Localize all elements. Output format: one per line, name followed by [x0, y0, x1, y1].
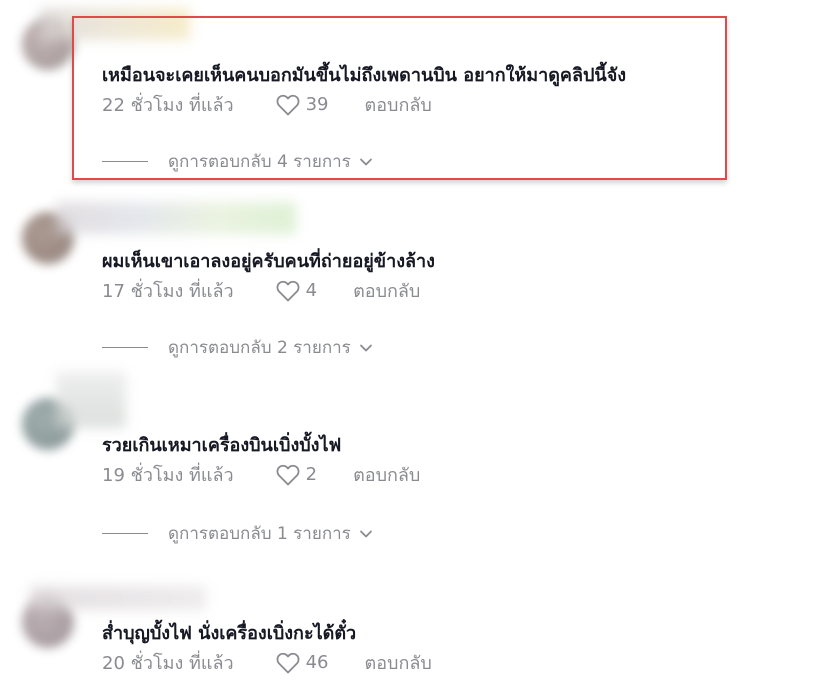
view-replies-label: ดูการตอบกลับ 2 รายการ	[168, 338, 351, 358]
username-blurred[interactable]	[40, 8, 190, 40]
like-count: 4	[305, 280, 318, 301]
comment-time: 17 ชั่วโมง ที่แล้ว	[102, 281, 234, 302]
chevron-down-icon	[359, 530, 372, 537]
reply-button[interactable]: ตอบกลับ	[365, 648, 432, 677]
comment-time: 22 ชั่วโมง ที่แล้ว	[102, 95, 234, 116]
username-blurred[interactable]	[56, 372, 126, 428]
comment-meta: 17 ชั่วโมง ที่แล้ว 4 ตอบกลับ	[102, 276, 420, 305]
comment-meta: 22 ชั่วโมง ที่แล้ว 39 ตอบกลับ	[102, 90, 432, 119]
view-replies-label: ดูการตอบกลับ 4 รายการ	[168, 152, 351, 172]
comment-meta: 20 ชั่วโมง ที่แล้ว 46 ตอบกลับ	[102, 648, 432, 677]
view-replies-button[interactable]: ดูการตอบกลับ 4 รายการ	[102, 148, 373, 175]
view-replies-label: ดูการตอบกลับ 1 รายการ	[168, 524, 351, 544]
heart-icon	[276, 464, 300, 485]
divider-line	[102, 347, 148, 348]
username-blurred[interactable]	[56, 202, 296, 234]
divider-line	[102, 161, 148, 162]
like-count: 46	[305, 652, 329, 673]
chevron-down-icon	[359, 344, 372, 351]
comment-text: รวยเกินเหมาเครื่องบินเบิ่งบั้งไฟ	[102, 435, 342, 456]
like-count: 39	[305, 94, 329, 115]
heart-icon	[276, 652, 300, 673]
comment-time: 19 ชั่วโมง ที่แล้ว	[102, 465, 234, 486]
view-replies-button[interactable]: ดูการตอบกลับ 1 รายการ	[102, 520, 373, 547]
chevron-down-icon	[359, 158, 372, 165]
view-replies-button[interactable]: ดูการตอบกลับ 2 รายการ	[102, 334, 373, 361]
comment-meta: 19 ชั่วโมง ที่แล้ว 2 ตอบกลับ	[102, 460, 420, 489]
comment-text: เหมือนจะเคยเห็นคนบอกมันขึ้นไม่ถึงเพดานบิ…	[102, 65, 627, 86]
username-blurred[interactable]	[30, 586, 206, 610]
reply-button[interactable]: ตอบกลับ	[353, 276, 420, 305]
comment-text: ส่ำบุญบั้งไฟ นั่งเครื่องเบิ่งกะได้ตั๋ว	[102, 623, 357, 644]
heart-icon	[276, 94, 300, 115]
divider-line	[102, 533, 148, 534]
like-button[interactable]: 2	[276, 464, 317, 486]
like-button[interactable]: 39	[276, 94, 329, 116]
like-count: 2	[305, 464, 318, 485]
like-button[interactable]: 4	[276, 280, 317, 302]
like-button[interactable]: 46	[276, 652, 329, 674]
comment-text: ผมเห็นเขาเอาลงอยู่ครับคนที่ถ่ายอยู่ข้างล…	[102, 251, 435, 272]
heart-icon	[276, 280, 300, 301]
reply-button[interactable]: ตอบกลับ	[353, 460, 420, 489]
reply-button[interactable]: ตอบกลับ	[365, 90, 432, 119]
comment-time: 20 ชั่วโมง ที่แล้ว	[102, 653, 234, 674]
